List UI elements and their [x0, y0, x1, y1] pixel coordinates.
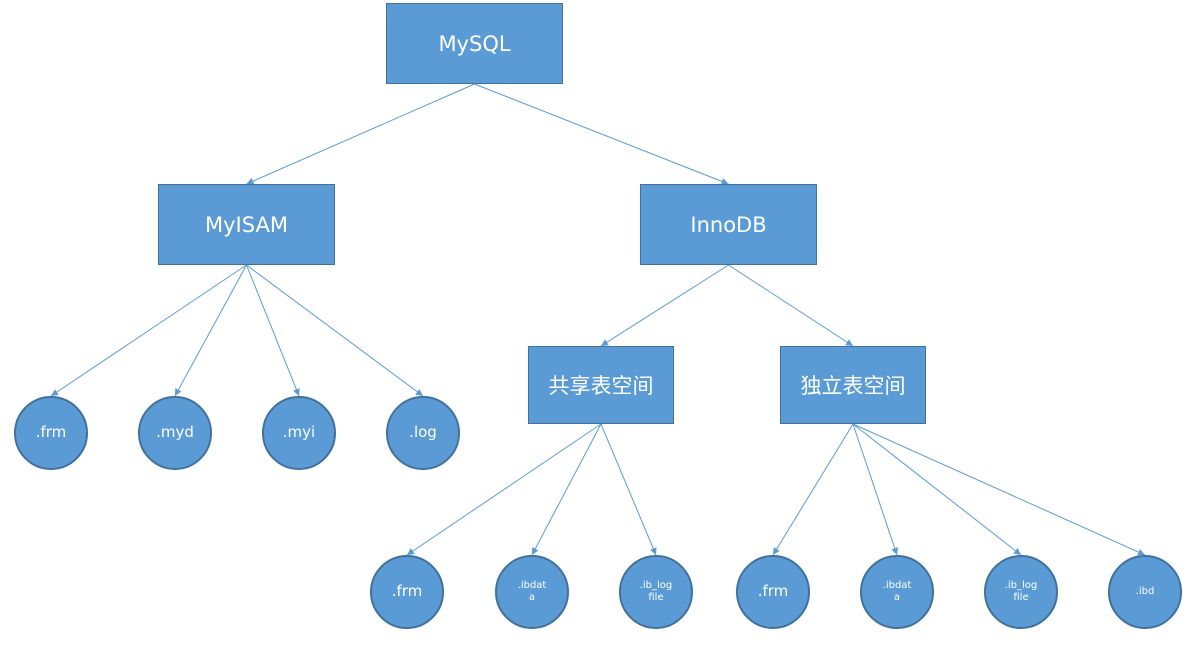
- myisam-log-node: .log: [386, 396, 460, 470]
- myisam-node: MyISAM: [158, 184, 335, 265]
- edge-mysql-to-myisam: [246, 83, 475, 185]
- independent-tablespace-label: 独立表空间: [800, 374, 906, 398]
- myisam-label: MyISAM: [205, 212, 288, 237]
- arrowhead-independent_tablespace-to-independent_ibdata: [891, 547, 899, 555]
- independent-frm-label: .frm: [757, 582, 789, 601]
- arrowhead-shared_tablespace-to-shared_frm: [407, 548, 415, 555]
- edge-shared_tablespace-to-shared_ibdata: [531, 423, 602, 556]
- independent-tablespace-node: 独立表空间: [780, 346, 926, 424]
- myisam-myi-label: .myi: [282, 423, 316, 442]
- arrowhead-independent_tablespace-to-independent_frm: [773, 547, 780, 555]
- shared-ibdata-label: .ibdat a: [517, 579, 547, 604]
- mysql-storage-diagram: MySQL MyISAM InnoDB 共享表空间 独立表空间 .frm .my…: [0, 0, 1199, 659]
- shared-tablespace-node: 共享表空间: [528, 346, 674, 424]
- independent-frm-node: .frm: [736, 555, 810, 629]
- innodb-node: InnoDB: [640, 184, 817, 265]
- shared-frm-label: .frm: [391, 582, 423, 601]
- shared-ibdata-node: .ibdat a: [495, 555, 569, 629]
- independent-ibdata-node: .ibdat a: [860, 555, 934, 629]
- myisam-log-label: .log: [409, 423, 437, 442]
- edge-innodb-to-independent_tablespace: [728, 264, 854, 347]
- edge-innodb-to-shared_tablespace: [600, 264, 729, 347]
- edge-independent_tablespace-to-independent_frm: [772, 423, 854, 556]
- edge-mysql-to-innodb: [474, 83, 729, 185]
- independent-ib-logfile-node: .ib_log file: [984, 555, 1058, 629]
- innodb-label: InnoDB: [690, 212, 767, 237]
- mysql-node: MySQL: [386, 3, 563, 84]
- shared-ib-logfile-node: .ib_log file: [619, 555, 693, 629]
- independent-ibd-node: .ibd: [1108, 555, 1182, 629]
- edge-shared_tablespace-to-shared_ib_logfile: [600, 423, 657, 556]
- edge-independent_tablespace-to-independent_ib_logfile: [852, 423, 1022, 556]
- arrowhead-innodb-to-independent_tablespace: [845, 339, 853, 346]
- myisam-frm-node: .frm: [14, 396, 88, 470]
- shared-tablespace-label: 共享表空间: [548, 374, 654, 398]
- myisam-frm-label: .frm: [35, 423, 67, 442]
- arrowhead-myisam-to-myisam_log: [415, 389, 423, 396]
- independent-ibd-label: .ibd: [1135, 585, 1155, 597]
- myisam-myi-node: .myi: [262, 396, 336, 470]
- edge-independent_tablespace-to-independent_ibd: [852, 423, 1146, 556]
- mysql-label: MySQL: [438, 31, 511, 56]
- arrowhead-innodb-to-shared_tablespace: [601, 339, 609, 346]
- edge-myisam-to-myisam_myd: [174, 264, 247, 397]
- shared-ib-logfile-label: .ib_log file: [639, 579, 673, 604]
- arrowhead-myisam-to-myisam_frm: [51, 389, 59, 396]
- edge-myisam-to-myisam_frm: [50, 264, 247, 397]
- arrowhead-independent_tablespace-to-independent_ib_logfile: [1013, 547, 1021, 555]
- myisam-myd-label: .myd: [156, 423, 194, 442]
- independent-ib-logfile-label: .ib_log file: [1004, 579, 1038, 604]
- independent-ibdata-label: .ibdat a: [882, 579, 912, 604]
- shared-frm-node: .frm: [370, 555, 444, 629]
- edge-independent_tablespace-to-independent_ibdata: [852, 423, 898, 556]
- myisam-myd-node: .myd: [138, 396, 212, 470]
